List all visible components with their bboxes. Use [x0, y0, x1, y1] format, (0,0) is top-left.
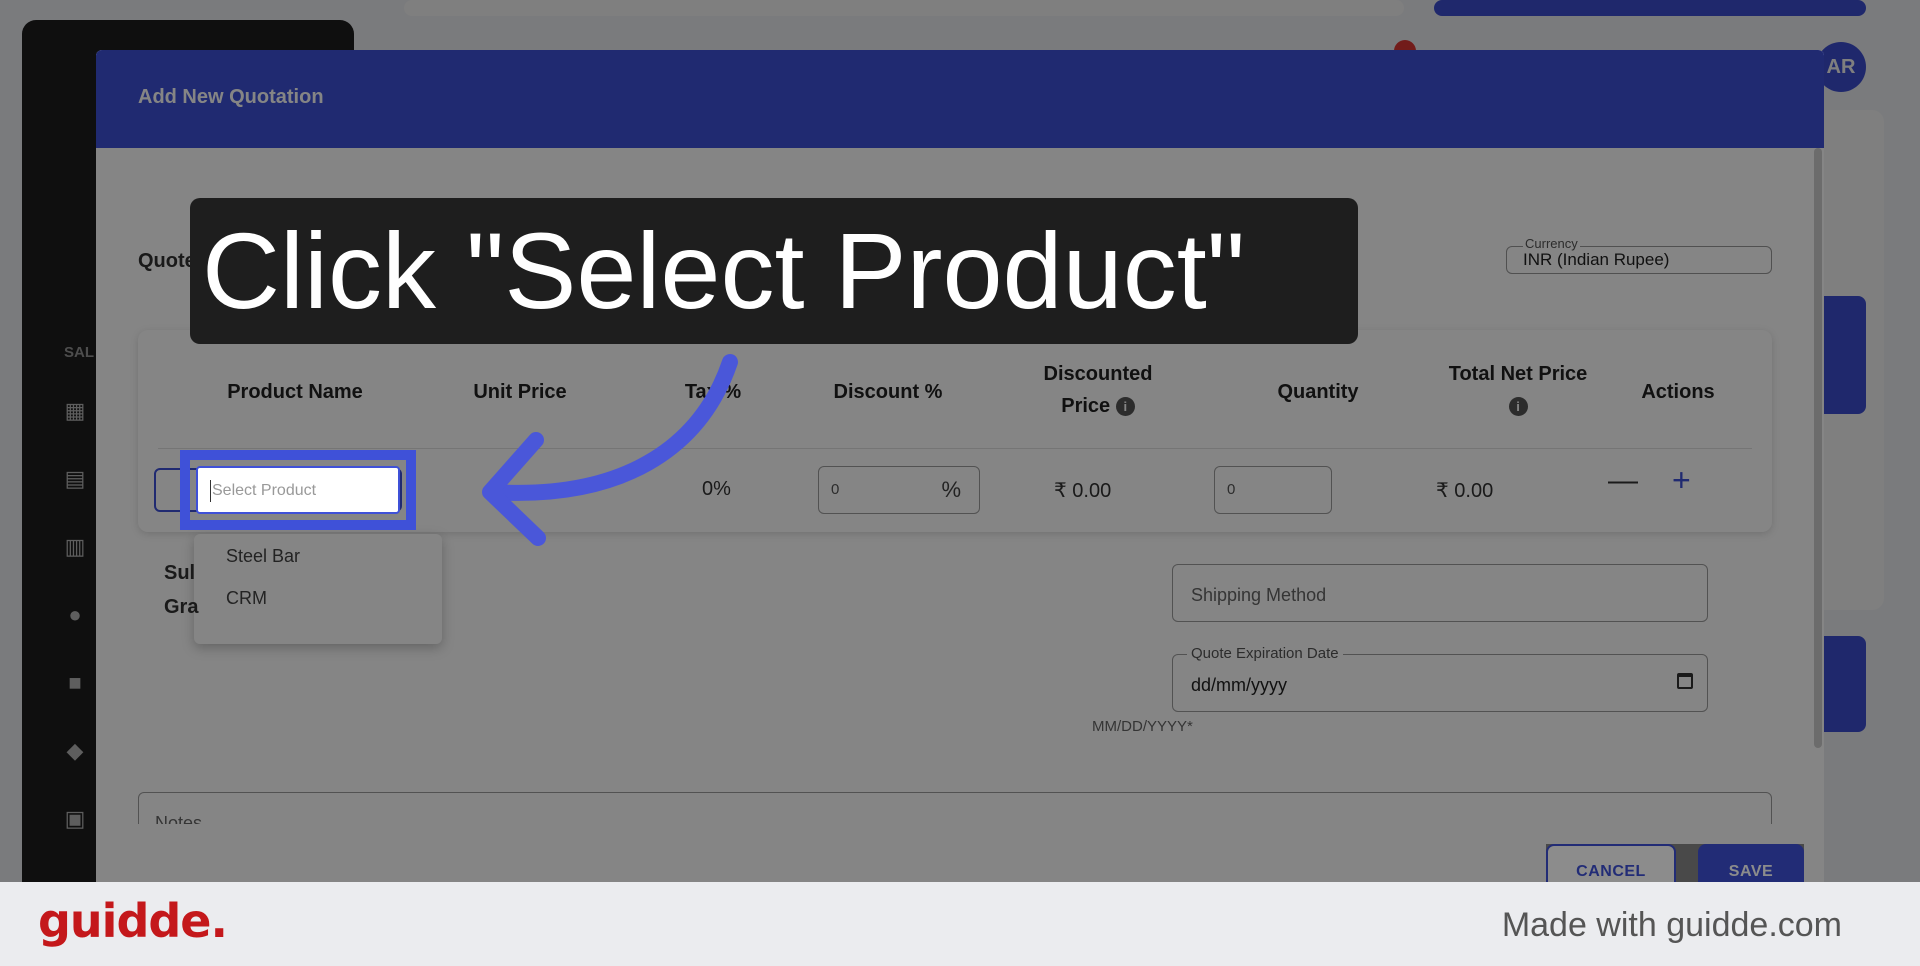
add-row-button[interactable]: + — [1672, 464, 1691, 496]
select-product-input[interactable]: Select Product — [196, 466, 400, 514]
header-product-name: Product Name — [227, 381, 363, 403]
text-cursor — [210, 480, 211, 502]
product-dropdown: Steel Bar CRM — [194, 534, 442, 644]
header-quantity: Quantity — [1277, 381, 1359, 403]
shipping-method-placeholder: Shipping Method — [1191, 585, 1327, 605]
dropdown-option[interactable]: Steel Bar — [226, 546, 300, 567]
made-with-text[interactable]: Made with guidde.com — [1502, 906, 1842, 945]
header-discounted-price: Discounted Price i — [1008, 358, 1188, 422]
info-icon[interactable]: i — [1115, 397, 1135, 417]
header-discounted-price-line1: Discounted — [1043, 363, 1153, 385]
quote-expiration-input[interactable]: Quote Expiration Date dd/mm/yyyy — [1172, 645, 1708, 712]
quote-expiration-value: dd/mm/yyyy — [1191, 675, 1288, 695]
discount-input[interactable]: 0 % — [818, 466, 980, 514]
header-total-net-price: Total Net Price i — [1418, 358, 1618, 422]
date-helper-text: MM/DD/YYYY* — [1092, 718, 1193, 735]
modal-scrollbar[interactable] — [1814, 148, 1822, 748]
dropdown-option[interactable]: CRM — [226, 588, 267, 609]
discount-value: 0 — [831, 481, 840, 498]
brand-bar: guidde. Made with guidde.com — [0, 882, 1920, 966]
currency-label: Currency — [1523, 236, 1580, 251]
pointer-arrow-icon — [482, 354, 738, 546]
header-total-info-wrap: i — [1418, 390, 1618, 422]
calendar-icon[interactable] — [1677, 673, 1693, 689]
currency-value: INR (Indian Rupee) — [1523, 250, 1670, 269]
modal-title: Add New Quotation — [138, 86, 324, 108]
header-total-net-price-label: Total Net Price — [1448, 363, 1588, 385]
modal-header: Add New Quotation — [96, 50, 1824, 148]
header-actions: Actions — [1641, 381, 1715, 403]
remove-row-button[interactable]: — — [1608, 466, 1638, 496]
instruction-tooltip: Click "Select Product" — [190, 198, 1358, 344]
percent-suffix: % — [941, 477, 961, 502]
total-net-price-value: ₹ 0.00 — [1436, 480, 1494, 502]
header-discount: Discount % — [833, 381, 943, 403]
select-product-placeholder: Select Product — [212, 482, 317, 499]
quantity-value: 0 — [1227, 481, 1236, 498]
header-discounted-price-line2: Price — [1061, 395, 1111, 417]
grand-total-label: Gra — [164, 596, 199, 618]
discounted-price-value: ₹ 0.00 — [1054, 480, 1112, 502]
instruction-text: Click "Select Product" — [202, 210, 1246, 331]
quantity-input[interactable]: 0 — [1214, 466, 1332, 514]
guidde-logo[interactable]: guidde. — [38, 894, 228, 948]
header-discounted-price-line2-wrap: Price i — [1008, 390, 1188, 422]
quote-expiration-label: Quote Expiration Date — [1187, 645, 1343, 662]
info-icon[interactable]: i — [1508, 397, 1528, 417]
currency-select[interactable]: Currency INR (Indian Rupee) — [1506, 236, 1772, 274]
subtotal-label: Sul — [164, 562, 196, 584]
row-divider — [158, 448, 1752, 449]
shipping-method-select[interactable]: Shipping Method — [1172, 564, 1708, 622]
